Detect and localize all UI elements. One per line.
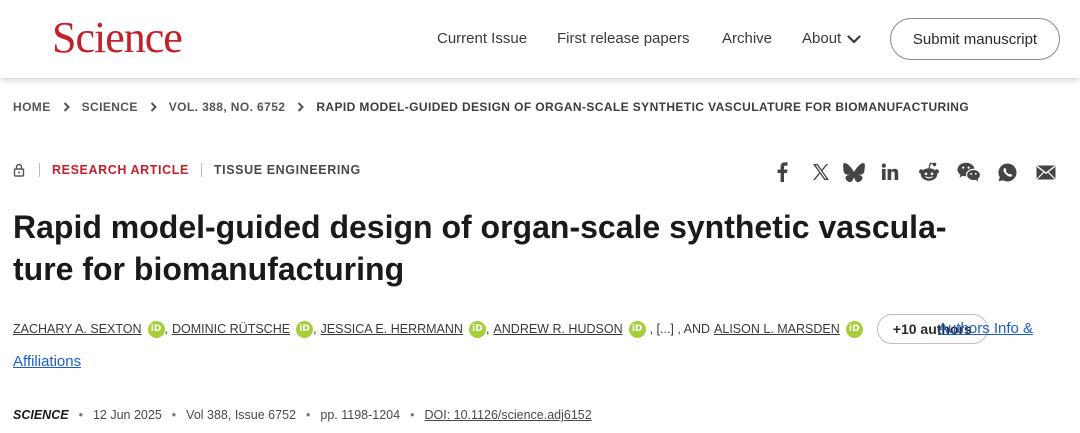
breadcrumb-home[interactable]: HOME [13, 100, 51, 114]
journal-name[interactable]: SCIENCE [13, 408, 69, 422]
article-subject[interactable]: TISSUE ENGINEERING [214, 163, 361, 177]
breadcrumb-science[interactable]: SCIENCE [82, 100, 138, 114]
publication-date: 12 Jun 2025 [92, 408, 162, 422]
affiliations-link[interactable]: Affiliations [13, 353, 81, 370]
chevron-right-icon [150, 102, 157, 112]
author-link[interactable]: ZACHARY A. SEXTON [13, 318, 142, 340]
article-title-line-1: Rapid model-guided design of organ-scale… [13, 209, 947, 245]
article-title-line-2: ture for biomanufacturing [13, 251, 405, 287]
orcid-icon[interactable]: iD [147, 320, 165, 338]
bluesky-icon[interactable] [842, 160, 866, 184]
submit-manuscript-button[interactable]: Submit manuscript [890, 18, 1060, 60]
nav-about-label: About [802, 30, 842, 47]
article-meta: RESEARCH ARTICLE TISSUE ENGINEERING [13, 163, 361, 177]
nav-first-release[interactable]: First release papers [557, 29, 690, 49]
facebook-icon[interactable] [772, 160, 792, 184]
page-range: pp. 1198-1204 [320, 408, 401, 422]
authors-info-link[interactable]: Authors Info & [938, 320, 1033, 337]
volume-issue[interactable]: Vol 388, Issue 6752 [186, 408, 296, 422]
breadcrumb-current: RAPID MODEL-GUIDED DESIGN OF ORGAN-SCALE… [316, 100, 970, 114]
lock-icon [13, 163, 25, 177]
nav-about[interactable]: About [802, 29, 861, 49]
chevron-down-icon [847, 34, 861, 43]
x-icon[interactable] [810, 160, 832, 184]
wechat-icon[interactable] [956, 160, 982, 184]
chevron-right-icon [63, 102, 70, 112]
doi-link[interactable]: DOI: 10.1126/science.adj6152 [424, 408, 591, 422]
reddit-icon[interactable] [917, 160, 941, 184]
author-link[interactable]: DOMINIC RÜTSCHE [172, 318, 290, 340]
author-link[interactable]: ANDREW R. HUDSON [493, 318, 622, 340]
author-link[interactable]: JESSICA E. HERRMANN [321, 318, 463, 340]
whatsapp-icon[interactable] [996, 160, 1018, 184]
email-icon[interactable] [1034, 160, 1058, 184]
author-list: ZACHARY A. SEXTON iD , DOMINIC RÜTSCHE i… [13, 314, 1073, 344]
divider [39, 163, 40, 177]
article-type[interactable]: RESEARCH ARTICLE [52, 163, 189, 177]
author-link[interactable]: ALISON L. MARSDEN [714, 318, 840, 340]
site-header: Science Current Issue First release pape… [0, 0, 1080, 78]
orcid-icon[interactable]: iD [628, 320, 646, 338]
citation-line: SCIENCE • 12 Jun 2025 • Vol 388, Issue 6… [13, 408, 592, 422]
breadcrumb-volume[interactable]: VOL. 388, NO. 6752 [169, 100, 286, 114]
divider [200, 163, 202, 177]
orcid-icon[interactable]: iD [296, 320, 314, 338]
breadcrumb: HOME SCIENCE VOL. 388, NO. 6752 RAPID MO… [13, 100, 969, 114]
nav-archive[interactable]: Archive [722, 29, 772, 49]
orcid-icon[interactable]: iD [845, 320, 863, 338]
nav-current-issue[interactable]: Current Issue [437, 29, 527, 49]
science-logo[interactable]: Science [52, 13, 183, 63]
author-ellipsis: , [...] , AND [649, 322, 711, 336]
article-title: Rapid model-guided design of organ-scale… [13, 206, 1053, 290]
chevron-right-icon [297, 102, 305, 112]
orcid-icon[interactable]: iD [468, 320, 486, 338]
linkedin-icon[interactable] [879, 160, 901, 184]
